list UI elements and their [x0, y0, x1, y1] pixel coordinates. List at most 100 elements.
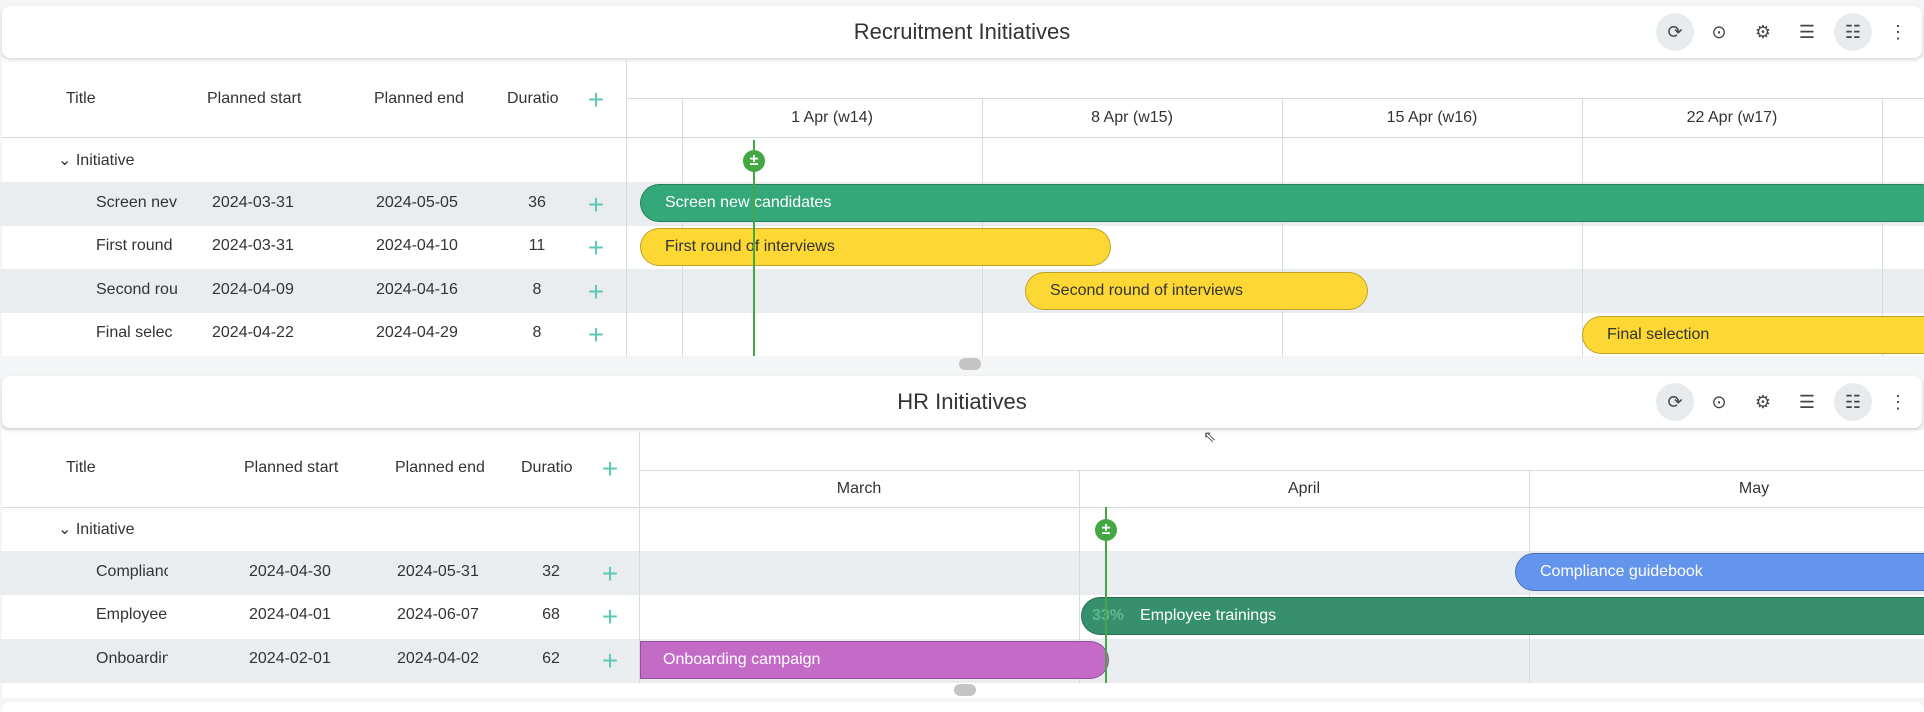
row-start[interactable]: 2024-03-31	[212, 194, 294, 212]
bar-label: Compliance guidebook	[1540, 563, 1703, 580]
refresh-icon[interactable]: ⟳	[1656, 13, 1694, 51]
add-subtask-button[interactable]: +	[584, 321, 608, 349]
gear-icon[interactable]: ⚙	[1744, 13, 1782, 51]
row-end[interactable]: 2024-04-16	[376, 281, 458, 299]
row-title[interactable]: Employee trainir	[96, 606, 168, 624]
chevron-down-icon: ⌄	[58, 521, 72, 538]
row-end[interactable]: 2024-04-29	[376, 324, 458, 342]
row-duration[interactable]: 62	[531, 650, 571, 668]
week-line	[982, 98, 983, 356]
row-start[interactable]: 2024-02-01	[249, 650, 331, 668]
bar-label: Onboarding campaign	[663, 651, 821, 668]
row-start[interactable]: 2024-04-30	[249, 563, 331, 581]
task-bar-onboarding-campaign[interactable]: Onboarding campaign	[640, 641, 1109, 679]
resize-handle[interactable]	[959, 358, 981, 370]
hr-header-bar: HR Initiatives ⟳ ⊙ ⚙ ☰ ☷ ⋮	[2, 376, 1922, 428]
column-header-title[interactable]: Title	[66, 459, 96, 477]
group-toggle[interactable]: ⌄ Initiative	[58, 519, 135, 539]
row-start[interactable]: 2024-03-31	[212, 237, 294, 255]
add-column-button[interactable]: +	[584, 86, 608, 114]
add-subtask-button[interactable]: +	[584, 191, 608, 219]
bar-label: Second round of interviews	[1050, 282, 1243, 299]
row-duration[interactable]: 36	[517, 194, 557, 212]
resize-handle[interactable]	[954, 684, 976, 696]
row-title[interactable]: Second rou	[96, 281, 182, 299]
group-label: Initiative	[75, 521, 135, 538]
month-label: May	[1738, 480, 1770, 497]
splitter[interactable]	[626, 60, 627, 356]
add-subtask-button[interactable]: +	[598, 560, 622, 588]
next-panel	[2, 702, 1924, 712]
column-header-title[interactable]: Title	[66, 90, 96, 108]
more-vertical-icon[interactable]: ⋮	[1879, 13, 1917, 51]
column-header-duration[interactable]: Duratio	[507, 90, 567, 108]
today-line	[753, 140, 755, 356]
week-label: 22 Apr (w17)	[1686, 109, 1778, 126]
recruitment-header-bar: Recruitment Initiatives ⟳ ⊙ ⚙ ☰ ☷ ⋮	[2, 6, 1922, 58]
target-icon[interactable]: ⊙	[1700, 383, 1738, 421]
chevron-down-icon: ⌄	[58, 152, 72, 169]
target-icon[interactable]: ⊙	[1700, 13, 1738, 51]
row-title[interactable]: Screen nev	[96, 194, 182, 212]
row-end[interactable]: 2024-04-10	[376, 237, 458, 255]
task-bar-compliance-guidebook[interactable]: Compliance guidebook	[1515, 553, 1924, 591]
month-label: April	[1287, 480, 1320, 497]
timeline-divider	[626, 98, 1924, 99]
column-header-planned-start[interactable]: Planned start	[207, 90, 301, 108]
workflow-icon[interactable]: ☷	[1834, 13, 1872, 51]
row-duration[interactable]: 11	[517, 237, 557, 255]
panel-title: Recruitment Initiatives	[853, 19, 1071, 44]
week-label: 15 Apr (w16)	[1386, 109, 1478, 126]
add-subtask-button[interactable]: +	[584, 234, 608, 262]
row-end[interactable]: 2024-05-05	[376, 194, 458, 212]
week-label: 8 Apr (w15)	[1091, 109, 1173, 126]
column-header-duration[interactable]: Duratio	[521, 459, 581, 477]
week-label: 1 Apr (w14)	[791, 109, 873, 126]
today-marker-icon[interactable]: ±	[1095, 519, 1117, 541]
row-end[interactable]: 2024-04-02	[397, 650, 479, 668]
row-duration[interactable]: 8	[517, 324, 557, 342]
column-header-planned-end[interactable]: Planned end	[395, 459, 485, 477]
header-divider	[2, 507, 1924, 508]
task-bar-second-round[interactable]: Second round of interviews	[1025, 272, 1368, 310]
row-start[interactable]: 2024-04-22	[212, 324, 294, 342]
row-title[interactable]: First round	[96, 237, 182, 255]
bar-label: First round of interviews	[665, 238, 835, 255]
panel-title: HR Initiatives	[897, 389, 1027, 414]
group-label: Initiative	[75, 152, 135, 169]
bar-label: Screen new candidates	[665, 194, 832, 211]
month-label: March	[836, 480, 882, 497]
notes-icon[interactable]: ☰	[1788, 383, 1826, 421]
task-bar-employee-trainings[interactable]: 33% Employee trainings	[1081, 597, 1924, 635]
workflow-icon[interactable]: ☷	[1834, 383, 1872, 421]
row-start[interactable]: 2024-04-09	[212, 281, 294, 299]
week-line	[1582, 98, 1583, 356]
row-title[interactable]: Onboarding can	[96, 650, 168, 668]
row-duration[interactable]: 32	[531, 563, 571, 581]
row-title[interactable]: Compliance guic	[96, 563, 168, 581]
gear-icon[interactable]: ⚙	[1744, 383, 1782, 421]
refresh-icon[interactable]: ⟳	[1656, 383, 1694, 421]
add-subtask-button[interactable]: +	[598, 603, 622, 631]
header-divider	[2, 137, 1924, 138]
group-toggle[interactable]: ⌄ Initiative	[58, 150, 135, 170]
row-duration[interactable]: 68	[531, 606, 571, 624]
task-bar-screen-new-candidates[interactable]: Screen new candidates	[640, 184, 1924, 222]
column-header-planned-start[interactable]: Planned start	[244, 459, 338, 477]
timeline-divider	[639, 470, 1924, 471]
notes-icon[interactable]: ☰	[1788, 13, 1826, 51]
row-duration[interactable]: 8	[517, 281, 557, 299]
more-vertical-icon[interactable]: ⋮	[1879, 383, 1917, 421]
row-end[interactable]: 2024-06-07	[397, 606, 479, 624]
column-header-planned-end[interactable]: Planned end	[374, 90, 464, 108]
add-column-button[interactable]: +	[598, 455, 622, 483]
add-subtask-button[interactable]: +	[584, 278, 608, 306]
row-start[interactable]: 2024-04-01	[249, 606, 331, 624]
add-subtask-button[interactable]: +	[598, 647, 622, 675]
task-bar-final-selection[interactable]: Final selection	[1582, 316, 1924, 354]
row-end[interactable]: 2024-05-31	[397, 563, 479, 581]
row-title[interactable]: Final selec	[96, 324, 182, 342]
mouse-cursor-icon: ⇖	[1203, 429, 1217, 446]
task-bar-first-round[interactable]: First round of interviews	[640, 228, 1111, 266]
today-marker-icon[interactable]: ±	[743, 150, 765, 172]
